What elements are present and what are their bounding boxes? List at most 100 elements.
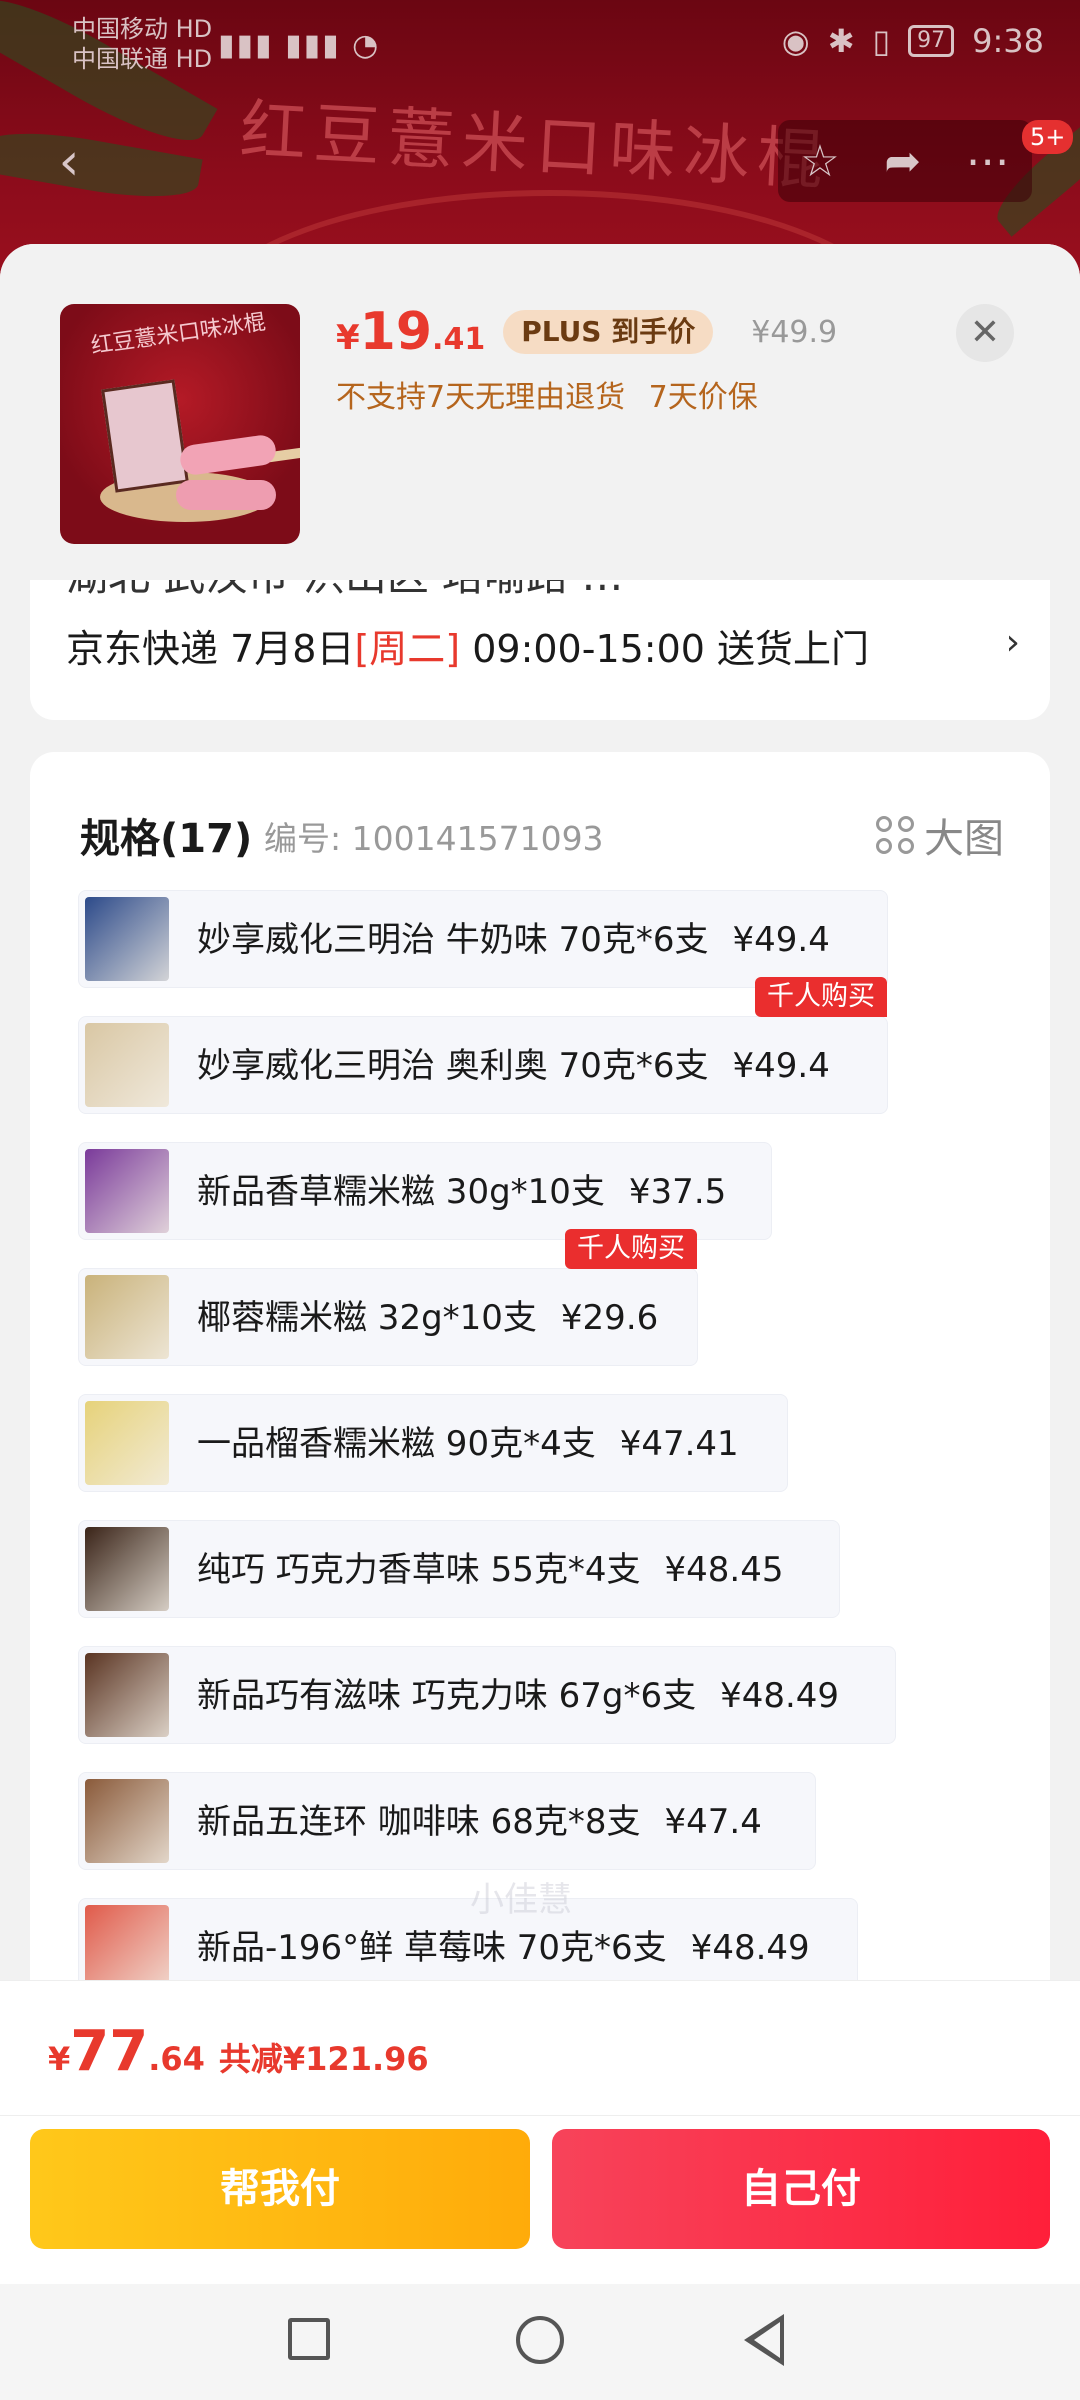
back-icon[interactable] xyxy=(744,2314,784,2366)
battery-icon: 97 xyxy=(908,25,955,57)
option-thumbnail xyxy=(85,897,169,981)
close-icon: ✕ xyxy=(969,312,1001,353)
chevron-right-icon: › xyxy=(1005,622,1020,663)
option-thumbnail xyxy=(85,1527,169,1611)
original-price: ¥49.9 xyxy=(751,314,838,350)
option-label: 新品五连环 咖啡味 68克*8支 ¥47.4 xyxy=(197,1773,762,1871)
home-icon[interactable] xyxy=(516,2316,564,2364)
back-arrow-icon: ‹ xyxy=(58,132,80,192)
option-name: 新品-196°鲜 草莓味 70克*6支 xyxy=(197,1928,667,1968)
option-label: 妙享威化三明治 奥利奥 70克*6支 ¥49.4 xyxy=(197,1017,830,1115)
delivery-card[interactable]: 湖北 武汉市 洪山区 珞喻路 … 京东快递 7月8日[周二] 09:00-15:… xyxy=(30,574,1050,720)
vibrate-icon: ▯ xyxy=(872,22,891,60)
option-thumbnail xyxy=(85,1779,169,1863)
shipping-info: 京东快递 7月8日[周二] 09:00-15:00 送货上门 xyxy=(66,618,869,673)
more-badge: 5+ xyxy=(1022,120,1074,154)
option-thumbnail xyxy=(85,1653,169,1737)
option-name: 一品榴香糯米糍 90克*4支 xyxy=(197,1424,596,1464)
delivery-window: 09:00-15:00 送货上门 xyxy=(472,627,870,671)
star-icon[interactable]: ☆ xyxy=(800,136,839,187)
option-price: ¥29.6 xyxy=(560,1298,659,1338)
option-name: 新品巧有滋味 巧克力味 67g*6支 xyxy=(197,1676,697,1716)
delivery-date: 7月8日 xyxy=(230,627,355,671)
big-picture-toggle[interactable]: 大图 xyxy=(876,806,1004,864)
bluetooth-icon: ✱ xyxy=(827,22,855,60)
sku-sheet: 湖北 武汉市 洪山区 珞喻路 … 京东快递 7月8日[周二] 09:00-15:… xyxy=(0,244,1080,2400)
clock: 9:38 xyxy=(972,22,1044,60)
delivery-weekday: [周二] xyxy=(354,627,461,671)
share-icon[interactable]: ➦ xyxy=(884,136,921,187)
option-name: 新品五连环 咖啡味 68克*8支 xyxy=(197,1802,641,1842)
watermark: 小佳慧 xyxy=(470,1880,572,1920)
option-price: ¥49.4 xyxy=(732,920,830,960)
option-price: ¥49.4 xyxy=(732,1046,830,1086)
option-thumbnail xyxy=(85,1401,169,1485)
option-label: 纯巧 巧克力香草味 55克*4支 ¥48.45 xyxy=(197,1521,783,1619)
option-price: ¥47.41 xyxy=(619,1424,739,1464)
sku-header: 红豆薏米口味冰棍 ¥ 19 .41 PLUS 到手价 ¥49.9 ✕ 不支持7天… xyxy=(0,244,1080,580)
self-pay-button[interactable]: 自己付 xyxy=(552,2129,1050,2249)
thumbnail-title: 红豆薏米口味冰棍 xyxy=(89,309,268,360)
option-price: ¥48.49 xyxy=(720,1676,840,1716)
spec-option[interactable]: 新品五连环 咖啡味 68克*8支 ¥47.4 xyxy=(78,1772,816,1870)
status-right: ◉ ✱ ▯ 97 9:38 xyxy=(782,22,1044,60)
carrier-1: 中国移动 HD xyxy=(72,15,213,43)
price-integer: 19 xyxy=(359,302,433,362)
total-integer: 77 xyxy=(70,2019,149,2084)
option-thumbnail xyxy=(85,1275,169,1359)
option-name: 纯巧 巧克力香草味 55克*4支 xyxy=(197,1550,641,1590)
back-button[interactable]: ‹ xyxy=(36,124,102,200)
price-symbol: ¥ xyxy=(336,318,360,358)
plus-price-tag: PLUS 到手价 xyxy=(503,310,714,354)
spec-option[interactable]: 一品榴香糯米糍 90克*4支 ¥47.41 xyxy=(78,1394,788,1492)
help-pay-button[interactable]: 帮我付 xyxy=(30,2129,530,2249)
spec-title: 规格(17) xyxy=(80,816,253,862)
spec-option[interactable]: 椰蓉糯米糍 32g*10支 ¥29.6 千人购买 xyxy=(78,1229,698,1367)
thumb-icecream xyxy=(178,433,278,477)
spec-card: 规格(17) 编号: 100141571093 大图 妙享威化三明治 牛奶味 7… xyxy=(30,752,1050,2052)
nav-actions: ☆ ➦ ⋯ xyxy=(778,120,1032,202)
option-label: 妙享威化三明治 牛奶味 70克*6支 ¥49.4 xyxy=(197,891,830,989)
price-protect-policy: 7天价保 xyxy=(648,380,758,415)
hot-sale-badge: 千人购买 xyxy=(565,1229,697,1269)
product-code: 编号: 100141571093 xyxy=(264,819,604,858)
no-return-policy: 不支持7天无理由退货 xyxy=(336,380,626,415)
spec-option[interactable]: 新品巧有滋味 巧克力味 67g*6支 ¥48.49 xyxy=(78,1646,896,1744)
option-label: 一品榴香糯米糍 90克*4支 ¥47.41 xyxy=(197,1395,739,1493)
total-symbol: ¥ xyxy=(48,2040,71,2078)
option-name: 新品香草糯米糍 30g*10支 xyxy=(197,1172,605,1212)
spec-option[interactable]: 妙享威化三明治 牛奶味 70克*6支 ¥49.4 xyxy=(78,890,888,988)
option-label: 新品巧有滋味 巧克力味 67g*6支 ¥48.49 xyxy=(197,1647,839,1745)
spec-option[interactable]: 新品香草糯米糍 30g*10支 ¥37.5 xyxy=(78,1142,772,1240)
eye-icon: ◉ xyxy=(781,22,810,60)
option-thumbnail xyxy=(85,1023,169,1107)
total-discount: 共减¥121.96 xyxy=(218,2040,429,2078)
option-price: ¥47.4 xyxy=(664,1802,762,1842)
hot-sale-badge: 千人购买 xyxy=(755,977,887,1017)
total-decimal: .64 xyxy=(148,2040,205,2078)
more-icon[interactable]: ⋯ xyxy=(966,136,1010,187)
option-name: 妙享威化三明治 牛奶味 70克*6支 xyxy=(197,920,709,960)
option-thumbnail xyxy=(85,1905,169,1989)
service-policy: 不支持7天无理由退货 7天价保 xyxy=(336,372,772,416)
spec-option[interactable]: 纯巧 巧克力香草味 55克*4支 ¥48.45 xyxy=(78,1520,840,1618)
grid-icon xyxy=(876,816,914,854)
thumb-icecream xyxy=(176,480,276,510)
close-button[interactable]: ✕ xyxy=(956,304,1014,362)
option-name: 椰蓉糯米糍 32g*10支 xyxy=(197,1298,537,1338)
option-price: ¥37.5 xyxy=(628,1172,727,1212)
total-price: ¥ 77 .64 共减¥121.96 xyxy=(48,2019,429,2084)
carrier-name: 京东快递 xyxy=(66,627,219,671)
carrier-2: 中国联通 HD xyxy=(72,45,213,73)
price-decimal: .41 xyxy=(432,322,486,357)
price-row: ¥ 19 .41 PLUS 到手价 ¥49.9 xyxy=(336,302,837,362)
option-price: ¥48.45 xyxy=(664,1550,784,1590)
recent-apps-icon[interactable] xyxy=(288,2318,330,2360)
signal-icon: ▮▮▮ ▮▮▮ ◔ xyxy=(218,28,381,63)
status-bar: 中国移动 HD 中国联通 HD ▮▮▮ ▮▮▮ ◔ ◉ ✱ ▯ 97 9:38 xyxy=(0,0,1080,96)
option-thumbnail xyxy=(85,1149,169,1233)
option-label: 椰蓉糯米糍 32g*10支 ¥29.6 xyxy=(197,1269,658,1367)
spec-option[interactable]: 妙享威化三明治 奥利奥 70克*6支 ¥49.4 千人购买 xyxy=(78,977,888,1115)
option-price: ¥48.49 xyxy=(690,1928,810,1968)
option-label: 新品香草糯米糍 30g*10支 ¥37.5 xyxy=(197,1143,726,1241)
